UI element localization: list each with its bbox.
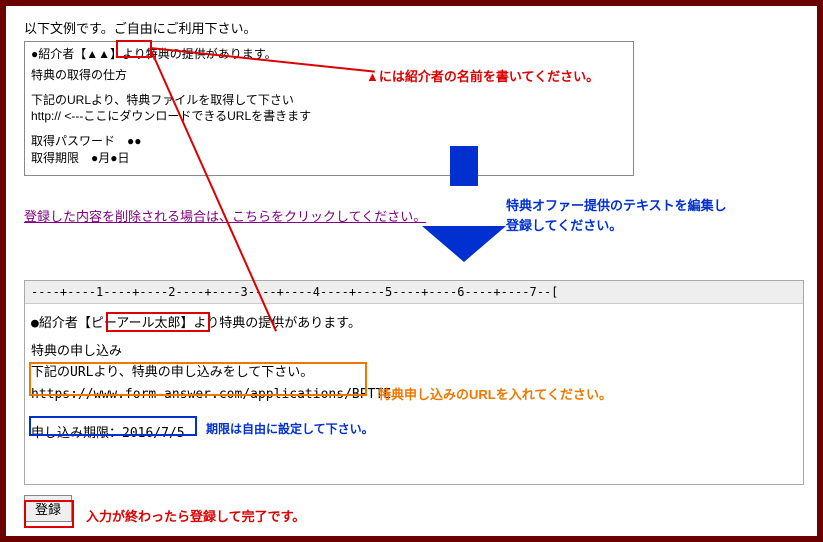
annotation-edit-note: 特典オファー提供のテキストを編集し 登録してください。 [506,196,727,235]
template-line-1: ●紹介者【▲▲】より特典の提供があります。 [31,46,627,63]
template-line-5: 取得パスワード ●● [31,133,627,150]
example-line-2: 特典の申し込み [31,342,797,362]
example-line-5: 申し込み期限：2016/7/5 [31,424,797,444]
template-line-6: 取得期限 ●月●日 [31,150,627,167]
annotation-url-note: 特典申し込みのURLを入れてください。 [378,384,612,403]
referrer-name: ピーアール太郎 [91,316,181,331]
template-line-7: ＿＿＿＿＿＿＿＿＿＿＿＿＿＿＿＿＿＿＿＿＿＿＿＿＿ [31,167,627,176]
template-textarea[interactable]: ●紹介者【▲▲】より特典の提供があります。 特典の取得の仕方 下記のURLより、… [24,41,634,176]
content-area: 以下文例です。ご自由にご利用下さい。 ●紹介者【▲▲】より特典の提供があります。… [6,6,817,536]
annotation-referrer-note: ▲には紹介者の名前を書いてください。 [366,66,599,85]
template-line-4: http:// <---ここにダウンロードできるURLを書きます [31,108,627,125]
template-line-3: 下記のURLより、特典ファイルを取得して下さい [31,92,627,109]
example-line-3: 下記のURLより、特典の申し込みをして下さい。 [31,363,797,383]
annotation-edit-line1: 特典オファー提供のテキストを編集し [506,198,727,213]
delete-link[interactable]: 登録した内容を削除される場合は、こちらをクリックしてください。 [24,206,426,225]
annotation-deadline-note: 期限は自由に設定して下さい。 [206,420,374,437]
annotation-register-note: 入力が終わったら登録して完了です。 [86,506,305,525]
example-suffix: 】より特典の提供があります。 [181,316,361,331]
ruler-bar: ----+----1----+----2----+----3----+----4… [25,281,803,304]
example-line-1: ●紹介者【ピーアール太郎】より特典の提供があります。 [31,314,797,334]
editor-container: ----+----1----+----2----+----3----+----4… [24,280,804,485]
register-button[interactable]: 登録 [24,495,72,522]
example-prefix: ●紹介者【 [31,316,91,331]
intro-text: 以下文例です。ご自由にご利用下さい。 [24,18,799,37]
app-frame: 以下文例です。ご自由にご利用下さい。 ●紹介者【▲▲】より特典の提供があります。… [0,0,823,542]
annotation-edit-line2: 登録してください。 [506,218,622,233]
down-arrow-icon [436,186,492,266]
